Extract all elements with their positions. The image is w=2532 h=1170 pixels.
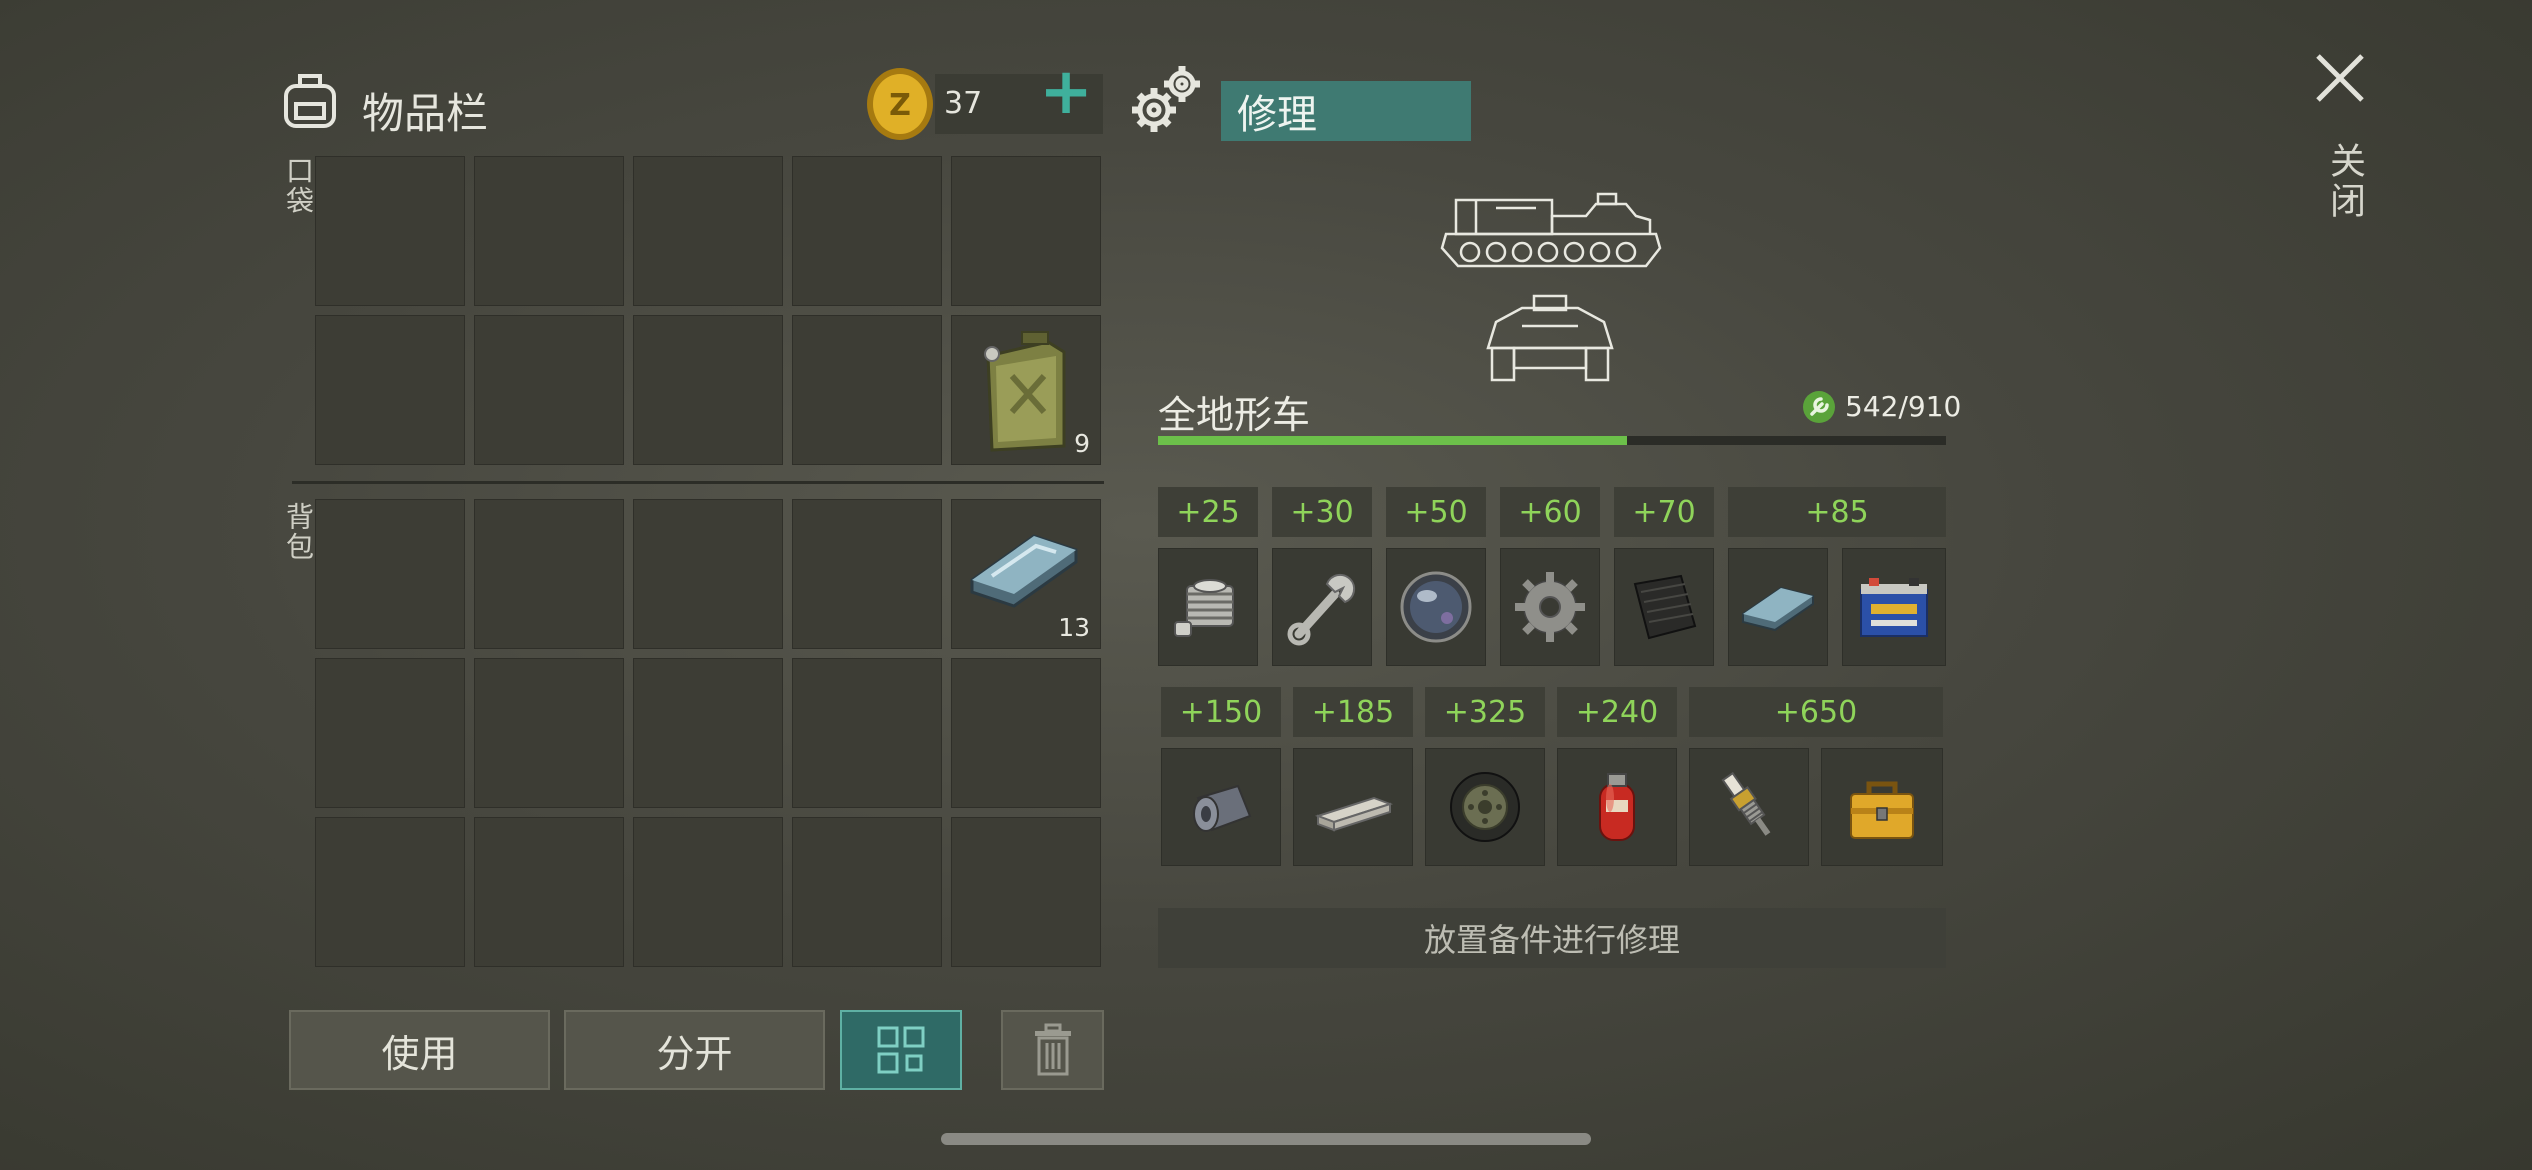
grid-view-button[interactable] xyxy=(840,1010,962,1090)
pocket-slot[interactable] xyxy=(315,156,465,306)
inventory-title: 物品栏 xyxy=(362,89,489,138)
pocket-slot-jerry-can[interactable]: 9 xyxy=(951,315,1101,465)
engine-cylinder-icon xyxy=(1174,579,1234,637)
backpack-slot[interactable] xyxy=(792,817,942,967)
repair-value: +650 xyxy=(1689,687,1943,737)
part-slot[interactable] xyxy=(1500,548,1600,666)
part-slot[interactable] xyxy=(1689,748,1809,866)
pocket-slot[interactable] xyxy=(951,156,1101,306)
vehicle-side-view xyxy=(1436,190,1666,282)
discard-button[interactable] xyxy=(1001,1010,1104,1090)
pocket-slot[interactable] xyxy=(474,315,624,465)
gears-icon xyxy=(1126,60,1206,140)
use-button[interactable]: 使用 xyxy=(289,1010,550,1090)
wrench-icon xyxy=(1287,573,1356,646)
repair-value: +150 xyxy=(1161,687,1281,737)
backpack-slot[interactable] xyxy=(792,499,942,649)
repair-hint: 放置备件进行修理 xyxy=(1158,908,1946,968)
home-indicator[interactable] xyxy=(941,1133,1591,1145)
backpack-slot[interactable] xyxy=(633,499,783,649)
close-label: 关闭 xyxy=(2324,142,2365,222)
vehicle-front-view xyxy=(1482,292,1618,384)
repair-value: +240 xyxy=(1557,687,1677,737)
coin-icon: Z xyxy=(864,66,936,142)
glass-lens-icon xyxy=(1400,571,1472,643)
tab-repair-label: 修理 xyxy=(1237,92,1317,138)
backpack-slot[interactable] xyxy=(474,817,624,967)
part-slot[interactable] xyxy=(1272,548,1372,666)
repair-value: +70 xyxy=(1614,487,1714,537)
repair-value: +50 xyxy=(1386,487,1486,537)
part-slot[interactable] xyxy=(1386,548,1486,666)
part-slot[interactable] xyxy=(1842,548,1946,666)
backpack-slot[interactable] xyxy=(792,658,942,808)
part-slot[interactable] xyxy=(1425,748,1545,866)
repair-value: +60 xyxy=(1500,487,1600,537)
add-coins-button[interactable]: + xyxy=(1038,60,1094,124)
durability-text: 542/910 xyxy=(1845,390,1962,423)
backpack-slot[interactable] xyxy=(951,817,1101,967)
rubber-sheet-icon xyxy=(1633,574,1697,640)
split-button[interactable]: 分开 xyxy=(564,1010,825,1090)
repair-value: +185 xyxy=(1293,687,1413,737)
vehicle-name: 全地形车 xyxy=(1158,393,1311,437)
backpack-slot[interactable] xyxy=(315,499,465,649)
metal-roll-icon xyxy=(1193,784,1252,832)
pocket-slot[interactable] xyxy=(792,315,942,465)
section-divider xyxy=(292,481,1104,484)
backpack-slot[interactable] xyxy=(474,499,624,649)
metal-ingot-icon xyxy=(1742,586,1814,632)
close-icon xyxy=(2316,54,2364,102)
pocket-slot[interactable] xyxy=(315,315,465,465)
part-slot[interactable] xyxy=(1728,548,1828,666)
gear-icon xyxy=(1515,572,1585,642)
durability-bar-fill xyxy=(1158,436,1628,445)
repair-hint-text: 放置备件进行修理 xyxy=(1423,921,1680,959)
backpack-slot[interactable] xyxy=(315,658,465,808)
tab-repair[interactable]: 修理 xyxy=(1221,81,1471,141)
backpack-slot[interactable] xyxy=(633,658,783,808)
coin-count: 37 xyxy=(944,86,983,121)
trash-icon xyxy=(1034,1023,1071,1076)
pocket-slot[interactable] xyxy=(474,156,624,306)
part-slot[interactable] xyxy=(1821,748,1943,866)
pocket-slot[interactable] xyxy=(633,156,783,306)
pocket-slot[interactable] xyxy=(633,315,783,465)
part-slot[interactable] xyxy=(1614,548,1714,666)
pocket-label: 口袋 xyxy=(282,156,315,216)
toolbox-icon xyxy=(1850,781,1914,839)
part-slot[interactable] xyxy=(1293,748,1413,866)
part-slot[interactable] xyxy=(1158,548,1258,666)
car-battery-icon xyxy=(1860,578,1928,637)
part-slot[interactable] xyxy=(1557,748,1677,866)
svg-text:Z: Z xyxy=(889,88,911,123)
steel-bar-icon xyxy=(1314,796,1394,832)
backpack-slot-metal-ingot[interactable]: 13 xyxy=(951,499,1101,649)
durability-bar xyxy=(1158,436,1946,445)
repair-value: +325 xyxy=(1425,687,1545,737)
spark-plug-icon xyxy=(1721,771,1771,836)
item-count: 13 xyxy=(1058,613,1090,642)
pocket-slot[interactable] xyxy=(792,156,942,306)
backpack-slot[interactable] xyxy=(633,817,783,967)
wheel-icon xyxy=(1450,772,1520,842)
backpack-icon xyxy=(278,66,342,130)
repair-value: +25 xyxy=(1158,487,1258,537)
grid-view-icon xyxy=(877,1026,925,1074)
part-slot[interactable] xyxy=(1161,748,1281,866)
item-count: 9 xyxy=(1074,429,1090,458)
repair-value: +85 xyxy=(1728,487,1946,537)
wrench-badge-icon xyxy=(1802,390,1836,424)
backpack-label: 背包 xyxy=(282,502,315,562)
backpack-slot[interactable] xyxy=(474,658,624,808)
gas-cylinder-icon xyxy=(1599,773,1635,841)
backpack-slot[interactable] xyxy=(315,817,465,967)
repair-value: +30 xyxy=(1272,487,1372,537)
close-button[interactable]: 关闭 xyxy=(2300,46,2380,236)
backpack-slot[interactable] xyxy=(951,658,1101,808)
